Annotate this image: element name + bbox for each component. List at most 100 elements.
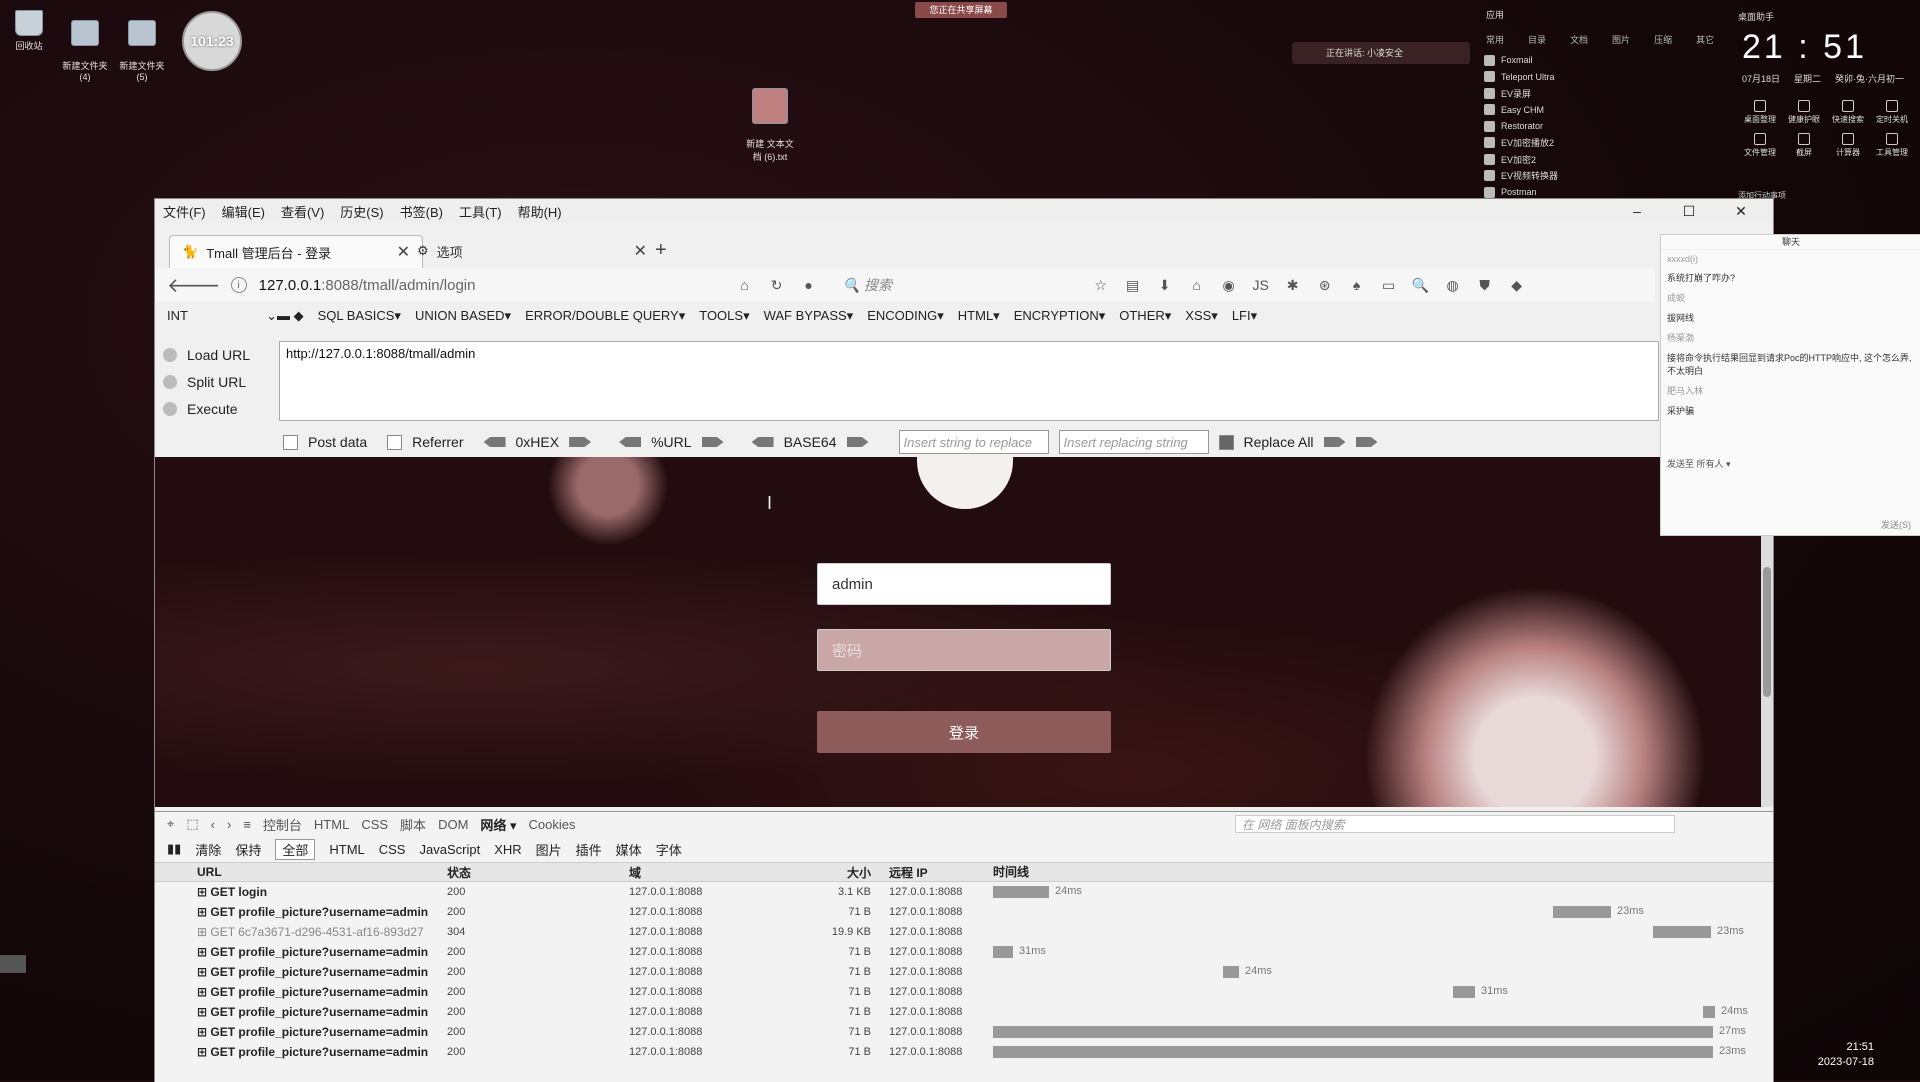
table-row[interactable]: ⊞ GET 6c7a3671-d296-4531-af16-893d27 304 1…: [155, 922, 1773, 942]
column-status[interactable]: 状态: [443, 864, 629, 881]
column-timeline[interactable]: 时间线: [993, 863, 1773, 881]
desktop-icon-recycle-bin[interactable]: 回收站: [1, 10, 57, 52]
hackbar-type-select[interactable]: INT ⌄: [155, 308, 277, 324]
expand-icon[interactable]: ⊞: [197, 1005, 210, 1019]
close-window-button[interactable]: ✕: [1715, 199, 1767, 223]
column-size[interactable]: 大小: [819, 864, 885, 881]
table-row[interactable]: ⊞ GET profile_picture?username=admin 200 1…: [155, 1042, 1773, 1062]
filter-html[interactable]: HTML: [329, 842, 364, 857]
filter-clear[interactable]: 清除: [195, 840, 221, 859]
hackbar-menu-other[interactable]: OTHER▾: [1119, 308, 1171, 324]
hackbar-menu-waf-bypass[interactable]: WAF BYPASS▾: [764, 308, 854, 324]
menu-edit[interactable]: 编辑(E): [222, 202, 265, 221]
filter-media[interactable]: 媒体: [616, 840, 642, 859]
meeting-speaker-bar[interactable]: 正在讲话: 小凌安全: [1292, 42, 1470, 64]
chat-recipient[interactable]: 发送至 所有人 ▾: [1667, 457, 1731, 470]
layers-icon[interactable]: ◆: [1509, 277, 1525, 293]
expand-icon[interactable]: ⊞: [197, 905, 210, 919]
filter-images[interactable]: 图片: [536, 840, 562, 859]
devtools-tab-network[interactable]: 网络 ▾: [480, 815, 516, 834]
hex-encode-arrow-icon[interactable]: [569, 437, 592, 447]
apps-category[interactable]: 文档: [1570, 33, 1588, 46]
referrer-checkbox[interactable]: [387, 434, 403, 450]
post-data-checkbox[interactable]: [283, 434, 298, 450]
login-button[interactable]: 登录: [817, 711, 1111, 753]
table-row[interactable]: ⊞ GET profile_picture?username=admin 200 1…: [155, 902, 1773, 922]
hackbar-menu-union-based[interactable]: UNION BASED▾: [415, 308, 511, 324]
addon-icon[interactable]: ●: [801, 277, 817, 293]
url-decode-arrow-icon[interactable]: [619, 437, 642, 447]
hackbar-toggle-icon[interactable]: ▬ ◆: [277, 308, 304, 324]
tool-eye-care[interactable]: 健康护眼: [1782, 100, 1826, 125]
clipboard-icon[interactable]: ▤: [1125, 277, 1141, 293]
scrollbar-thumb[interactable]: [1763, 567, 1771, 697]
maximize-button[interactable]: ☐: [1663, 199, 1715, 223]
hackbar-menu-xss[interactable]: XSS▾: [1185, 308, 1218, 324]
app-item[interactable]: Easy CHM: [1484, 102, 1558, 119]
back-arrow-icon[interactable]: 🡐: [167, 273, 221, 298]
table-row[interactable]: ⊞ GET profile_picture?username=admin 200 1…: [155, 1002, 1773, 1022]
expand-icon[interactable]: ⊞: [197, 925, 210, 939]
js-icon[interactable]: JS: [1252, 277, 1268, 293]
inspect-icon[interactable]: ⌖: [167, 816, 174, 832]
hat-icon[interactable]: ♠: [1349, 277, 1365, 293]
app-item[interactable]: Foxmail: [1484, 52, 1558, 69]
home-icon[interactable]: ⌂: [1189, 277, 1205, 293]
tool-desktop-organize[interactable]: 桌面整理: [1738, 100, 1782, 125]
username-input[interactable]: admin: [817, 563, 1111, 605]
home-dropdown-icon[interactable]: ⌂: [737, 277, 753, 293]
expand-icon[interactable]: ⊞: [197, 965, 210, 979]
devtools-tab-css[interactable]: CSS: [361, 817, 388, 832]
tab-tmall-login[interactable]: 🐈 Tmall 管理后台 - 登录 ✕: [169, 235, 423, 268]
close-tab-icon[interactable]: ✕: [634, 241, 647, 261]
screen-share-bar[interactable]: 您正在共享屏幕: [915, 2, 1007, 18]
column-url[interactable]: URL: [155, 865, 443, 879]
filter-persist[interactable]: 保持: [235, 840, 261, 859]
globe-icon[interactable]: ◉: [1221, 277, 1237, 293]
pause-icon[interactable]: ▮▮: [167, 841, 181, 857]
reload-icon[interactable]: ↻: [769, 277, 785, 293]
devtools-tab-cookies[interactable]: Cookies: [529, 817, 576, 832]
expand-icon[interactable]: ⊞: [197, 1045, 210, 1059]
app-item[interactable]: EV录屏: [1484, 85, 1558, 102]
filter-plugins[interactable]: 插件: [576, 840, 602, 859]
expand-icon[interactable]: ⊞: [197, 885, 210, 899]
command-icon[interactable]: ≡: [243, 817, 251, 832]
replace-next-arrow-icon[interactable]: [1355, 437, 1378, 447]
search-box[interactable]: 🔍 搜索: [843, 275, 1023, 295]
tool-shutdown[interactable]: 定时关机: [1870, 100, 1914, 125]
app-item[interactable]: EV加密播放2: [1484, 135, 1558, 152]
tool-screenshot[interactable]: 截屏: [1782, 133, 1826, 158]
taskbar-clock[interactable]: 21:51 2023-07-18: [1798, 1040, 1874, 1070]
download-icon[interactable]: ⬇: [1157, 277, 1173, 293]
replace-arrow-icon[interactable]: [1323, 437, 1346, 447]
replace-all-checkbox[interactable]: [1218, 434, 1234, 450]
puzzle-icon[interactable]: ✱: [1285, 277, 1301, 293]
filter-all[interactable]: 全部: [275, 838, 316, 860]
menu-history[interactable]: 历史(S): [340, 202, 383, 221]
hackbar-menu-lfi[interactable]: LFI▾: [1232, 308, 1257, 324]
column-remote-ip[interactable]: 远程 IP: [885, 864, 993, 881]
apps-category[interactable]: 压缩: [1654, 33, 1672, 46]
url-encode-arrow-icon[interactable]: [701, 437, 724, 447]
shield-icon[interactable]: ⛊: [1477, 277, 1493, 293]
table-row[interactable]: ⊞ GET profile_picture?username=admin 200 1…: [155, 942, 1773, 962]
apps-category[interactable]: 图片: [1612, 33, 1630, 46]
adblock-icon[interactable]: ◍: [1445, 277, 1461, 293]
forward-icon[interactable]: ›: [227, 817, 231, 832]
split-url-button[interactable]: Split URL: [163, 368, 263, 395]
devtools-tab-dom[interactable]: DOM: [438, 817, 468, 832]
filter-css[interactable]: CSS: [379, 842, 406, 857]
desktop-icon-folder-4[interactable]: 新建文件夹 (4): [57, 10, 113, 92]
tool-manage[interactable]: 工具管理: [1870, 133, 1914, 158]
apps-category[interactable]: 目录: [1528, 33, 1546, 46]
table-row[interactable]: ⊞ GET profile_picture?username=admin 200 1…: [155, 982, 1773, 1002]
menu-file[interactable]: 文件(F): [163, 202, 206, 221]
filter-javascript[interactable]: JavaScript: [419, 842, 480, 857]
network-search-input[interactable]: 在 网络 面板内搜索: [1235, 815, 1675, 833]
tool-calculator[interactable]: 计算器: [1826, 133, 1870, 158]
base64-encode-arrow-icon[interactable]: [846, 437, 869, 447]
zoom-icon[interactable]: 🔍: [1412, 277, 1429, 293]
filter-xhr[interactable]: XHR: [494, 842, 521, 857]
password-input[interactable]: 密码: [817, 629, 1111, 671]
